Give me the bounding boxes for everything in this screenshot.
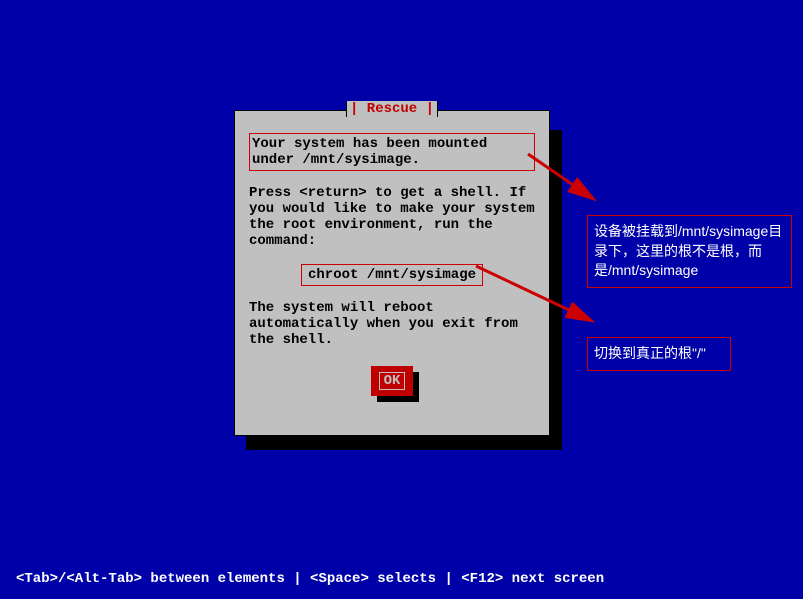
ok-button-shadow: OK — [371, 366, 414, 396]
ok-button-wrap: OK — [249, 366, 535, 396]
arrow-to-mount-note — [524, 150, 604, 210]
dialog-body: Your system has been mounted under /mnt/… — [235, 111, 549, 406]
dialog-title: | Rescue | — [346, 101, 438, 117]
mounted-message: Your system has been mounted under /mnt/… — [252, 136, 487, 168]
ok-button-label: OK — [379, 372, 406, 390]
annotation-chroot-text: 切换到真正的根"/" — [594, 345, 706, 361]
annotation-mount-text: 设备被挂载到/mnt/sysimage目录下，这里的根不是根，而是/mnt/sy… — [594, 223, 782, 278]
instructions-text: Press <return> to get a shell. If you wo… — [249, 185, 535, 249]
mounted-message-box: Your system has been mounted under /mnt/… — [249, 133, 535, 171]
dialog-title-text: Rescue — [367, 101, 417, 117]
ok-button[interactable]: OK — [371, 366, 414, 396]
chroot-command-box: chroot /mnt/sysimage — [301, 264, 483, 286]
annotation-mount: 设备被挂载到/mnt/sysimage目录下，这里的根不是根，而是/mnt/sy… — [587, 215, 792, 288]
annotation-chroot: 切换到真正的根"/" — [587, 337, 731, 371]
chroot-command: chroot /mnt/sysimage — [308, 267, 476, 283]
status-bar-text: <Tab>/<Alt-Tab> between elements | <Spac… — [16, 571, 604, 587]
arrow-to-chroot-note — [472, 262, 602, 332]
status-bar: <Tab>/<Alt-Tab> between elements | <Spac… — [16, 571, 604, 587]
